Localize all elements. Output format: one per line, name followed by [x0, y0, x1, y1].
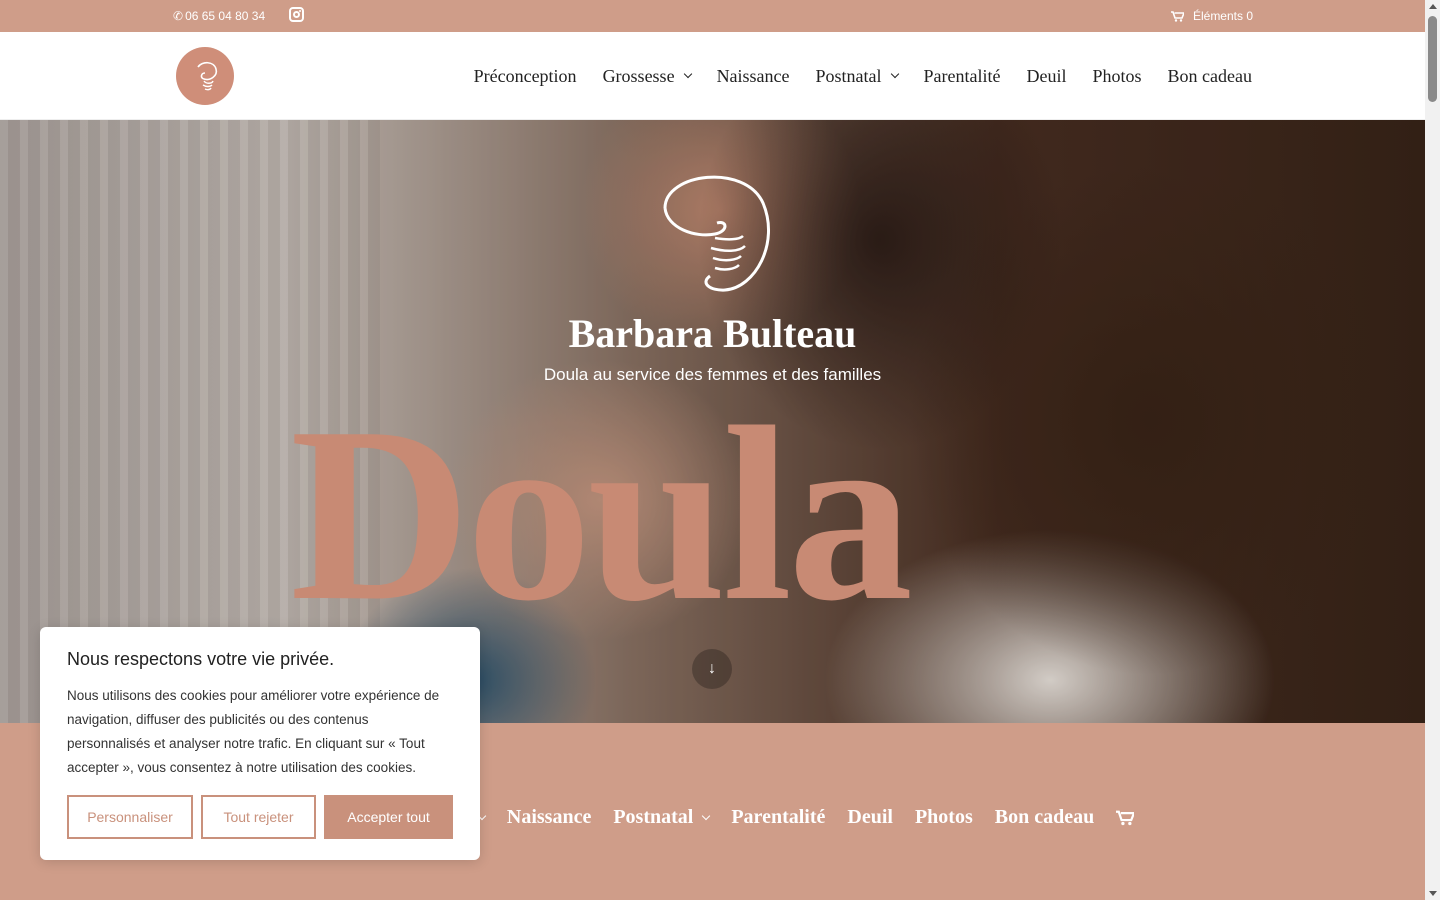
nav-item-deuil[interactable]: Deuil — [1027, 66, 1067, 87]
nav2-item-naissance[interactable]: Naissance — [507, 806, 591, 829]
nav-item-naissance[interactable]: Naissance — [717, 66, 790, 87]
phone-number: 06 65 04 80 34 — [185, 9, 266, 23]
logo-mark-icon — [197, 61, 218, 91]
hero-big-word: Doula — [290, 376, 913, 653]
site-header: Préconception Grossesse Naissance Postna… — [0, 32, 1425, 120]
scroll-down-icon[interactable] — [1429, 891, 1437, 896]
nav-item-preconception[interactable]: Préconception — [474, 66, 577, 87]
nav2-item-postnatal[interactable]: Postnatal — [613, 806, 711, 829]
main-nav: Préconception Grossesse Naissance Postna… — [474, 32, 1252, 120]
nav-label: Parentalité — [923, 65, 1001, 86]
nav2-label: Postnatal — [613, 806, 694, 828]
nav-item-parentalite[interactable]: Parentalité — [924, 66, 1001, 87]
hero-title: Barbara Bulteau — [568, 311, 857, 356]
nav-label: Photos — [1092, 65, 1142, 86]
nav2-label: Bon cadeau — [994, 806, 1095, 828]
accept-all-button[interactable]: Accepter tout — [324, 795, 453, 839]
cookie-text: Nous utilisons des cookies pour améliore… — [67, 688, 440, 775]
nav2-label: Photos — [914, 806, 973, 828]
nav2-label: Deuil — [847, 806, 893, 828]
cookie-buttons: Personnaliser Tout rejeter Accepter tout — [67, 795, 453, 839]
site-logo[interactable] — [176, 47, 234, 105]
nav2-item-photos[interactable]: Photos — [915, 806, 973, 829]
phone-link[interactable]: ✆ 06 65 04 80 34 — [173, 9, 265, 23]
scrollbar-thumb[interactable] — [1428, 16, 1437, 102]
nav2-item-bon-cadeau[interactable]: Bon cadeau — [995, 806, 1094, 829]
scroll-down-button[interactable]: ↓ — [692, 649, 732, 689]
page-scrollbar[interactable] — [1425, 0, 1440, 900]
nav-item-postnatal[interactable]: Postnatal — [815, 65, 899, 87]
nav-label: Préconception — [473, 65, 577, 86]
chevron-down-icon — [683, 69, 692, 79]
nav2-label: Parentalité — [731, 806, 826, 828]
cart-link[interactable]: Éléments 0 — [1170, 9, 1253, 23]
customize-button[interactable]: Personnaliser — [67, 795, 193, 839]
nav-label: Bon cadeau — [1167, 65, 1252, 86]
secondary-nav: e Naissance Postnatal Parentalité Deuil … — [460, 806, 1135, 829]
scroll-up-icon[interactable] — [1429, 4, 1437, 9]
cookie-title: Nous respectons votre vie privée. — [67, 649, 335, 669]
chevron-down-icon — [702, 811, 711, 820]
top-bar: ✆ 06 65 04 80 34 Éléments 0 — [0, 0, 1425, 32]
cookie-consent-banner: Nous respectons votre vie privée. Nous u… — [40, 627, 480, 860]
nav2-item-deuil[interactable]: Deuil — [847, 806, 893, 829]
chevron-down-icon — [890, 69, 899, 79]
instagram-icon[interactable] — [289, 7, 304, 22]
nav-label: Naissance — [716, 65, 790, 86]
cart-label: Éléments 0 — [1192, 9, 1253, 23]
nav-label: Grossesse — [602, 65, 675, 86]
cart-icon[interactable] — [1116, 810, 1135, 826]
nav-item-photos[interactable]: Photos — [1093, 66, 1142, 87]
nav-item-grossesse[interactable]: Grossesse — [602, 65, 692, 87]
cart-icon — [1170, 10, 1184, 22]
reject-all-button[interactable]: Tout rejeter — [201, 795, 316, 839]
hero-logo-icon — [663, 175, 770, 292]
nav-label: Deuil — [1026, 65, 1067, 86]
nav-label: Postnatal — [815, 65, 882, 86]
phone-icon: ✆ — [173, 9, 184, 23]
nav2-item-parentalite[interactable]: Parentalité — [731, 806, 825, 829]
nav2-label: Naissance — [506, 806, 592, 828]
nav-item-bon-cadeau[interactable]: Bon cadeau — [1168, 66, 1252, 87]
